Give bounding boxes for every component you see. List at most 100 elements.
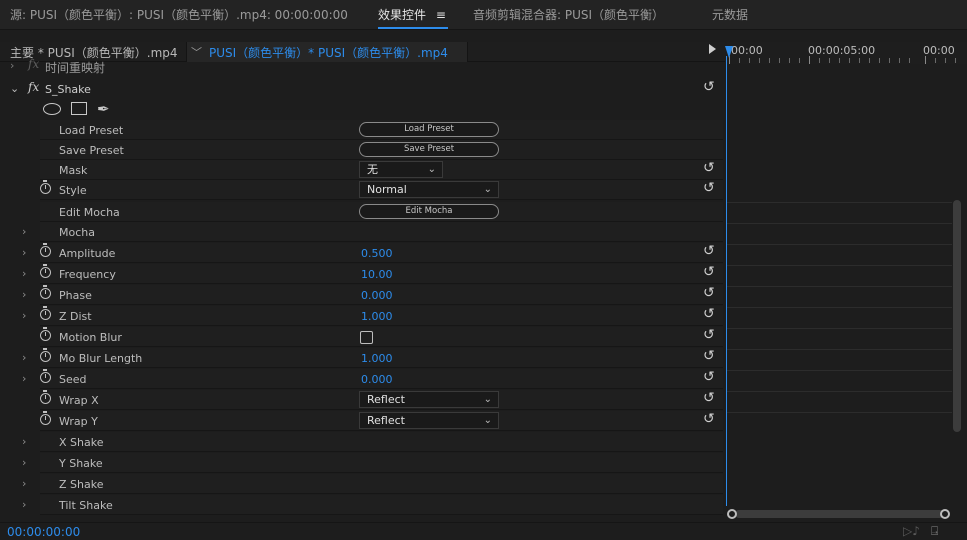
timeline-zoom-scrollbar[interactable] <box>727 508 952 520</box>
wrap-x-dropdown-value: Reflect <box>367 393 405 406</box>
wrap-x-dropdown[interactable]: Reflect ⌄ <box>359 391 499 408</box>
prop-label: Frequency <box>59 268 116 281</box>
prop-row-z-shake[interactable]: › Z Shake <box>0 474 725 495</box>
export-frame-icon[interactable]: ⍈ <box>931 524 938 539</box>
seed-value[interactable]: 0.000 <box>361 373 393 386</box>
prop-row-save-preset: Save Preset Save Preset <box>0 140 725 161</box>
chevron-right-icon[interactable]: › <box>22 267 26 280</box>
ellipse-mask-icon[interactable] <box>43 103 61 115</box>
reset-icon[interactable]: ↺ <box>703 327 715 343</box>
tab-effect-controls[interactable]: 效果控件 ≡ <box>378 6 446 23</box>
save-preset-button[interactable]: Save Preset <box>359 142 499 157</box>
style-dropdown[interactable]: Normal ⌄ <box>359 181 499 198</box>
reset-icon[interactable]: ↺ <box>703 411 715 427</box>
mask-dropdown-value: 无 <box>367 163 378 176</box>
timeline-ruler[interactable]: 00:00 00:00:05:00 00:00 <box>727 42 967 64</box>
panel-menu-icon[interactable]: ≡ <box>436 8 446 22</box>
rectangle-mask-icon[interactable] <box>71 102 87 115</box>
prop-row-mocha[interactable]: › Mocha <box>0 222 725 243</box>
prop-row-edit-mocha: Edit Mocha Edit Mocha <box>0 202 725 223</box>
stopwatch-icon[interactable] <box>40 327 51 341</box>
prop-row-z-dist: › Z Dist 1.000 ↺ <box>0 306 725 327</box>
stopwatch-icon[interactable] <box>40 243 51 257</box>
reset-icon[interactable]: ↺ <box>703 306 715 322</box>
load-preset-button[interactable]: Load Preset <box>359 122 499 137</box>
prop-row-style: Style Normal ⌄ ↺ <box>0 180 725 201</box>
effect-row-s-shake[interactable]: ⌄ fx S_Shake ↺ <box>0 79 725 99</box>
chevron-right-icon[interactable]: › <box>22 225 26 238</box>
keyframe-timeline-area[interactable] <box>727 64 952 506</box>
zoom-handle-right[interactable] <box>940 509 950 519</box>
tab-source[interactable]: 源: PUSI（颜色平衡）: PUSI（颜色平衡）.mp4: 00:00:00:… <box>10 6 348 23</box>
chevron-right-icon[interactable]: › <box>10 59 14 72</box>
reset-icon[interactable]: ↺ <box>703 79 715 95</box>
wrap-y-dropdown[interactable]: Reflect ⌄ <box>359 412 499 429</box>
reset-icon[interactable]: ↺ <box>703 348 715 364</box>
filter-audio-icon[interactable]: ▷♪ <box>903 524 920 538</box>
chevron-right-icon[interactable]: › <box>22 246 26 259</box>
chevron-down-icon[interactable]: ⌄ <box>10 82 19 95</box>
bottom-status-bar: 00:00:00:00 ▷♪ ⍈ <box>0 522 967 540</box>
prop-label: Motion Blur <box>59 331 122 344</box>
prop-row-phase: › Phase 0.000 ↺ <box>0 285 725 306</box>
zoom-handle-left[interactable] <box>727 509 737 519</box>
chevron-right-icon[interactable]: › <box>22 456 26 469</box>
amplitude-value[interactable]: 0.500 <box>361 247 393 260</box>
effect-properties-panel: › fx 时间重映射 ⌄ fx S_Shake ↺ ✒ Load Preset … <box>0 58 725 516</box>
stopwatch-icon[interactable] <box>40 285 51 299</box>
fx-icon[interactable]: fx <box>28 80 39 94</box>
chevron-right-icon[interactable]: › <box>22 435 26 448</box>
fx-icon[interactable]: fx <box>28 58 39 71</box>
prop-row-tilt-shake[interactable]: › Tilt Shake <box>0 495 725 516</box>
prop-row-x-shake[interactable]: › X Shake <box>0 432 725 453</box>
panel-tab-bar: 源: PUSI（颜色平衡）: PUSI（颜色平衡）.mp4: 00:00:00:… <box>0 0 967 30</box>
timeline-row-divider <box>727 286 952 287</box>
chevron-right-icon[interactable]: › <box>22 372 26 385</box>
active-tab-indicator <box>378 27 448 29</box>
pen-mask-icon[interactable]: ✒ <box>97 100 110 118</box>
stopwatch-icon[interactable] <box>40 306 51 320</box>
reset-icon[interactable]: ↺ <box>703 264 715 280</box>
tab-audio-clip-mixer[interactable]: 音频剪辑混合器: PUSI（颜色平衡） <box>473 6 664 23</box>
play-only-audio-icon[interactable] <box>709 44 716 54</box>
motion-blur-checkbox[interactable] <box>360 331 373 344</box>
reset-icon[interactable]: ↺ <box>703 369 715 385</box>
stopwatch-icon[interactable] <box>40 411 51 425</box>
edit-mocha-button[interactable]: Edit Mocha <box>359 204 499 219</box>
prop-label: Z Dist <box>59 310 92 323</box>
mask-tools: ✒ <box>0 99 725 121</box>
chevron-right-icon[interactable]: › <box>22 288 26 301</box>
current-timecode[interactable]: 00:00:00:00 <box>7 525 80 539</box>
reset-icon[interactable]: ↺ <box>703 243 715 259</box>
mo-blur-length-value[interactable]: 1.000 <box>361 352 393 365</box>
prop-label: Phase <box>59 289 92 302</box>
reset-icon[interactable]: ↺ <box>703 390 715 406</box>
effect-row-time-remap[interactable]: › fx 时间重映射 <box>0 58 725 76</box>
z-dist-value[interactable]: 1.000 <box>361 310 393 323</box>
reset-icon[interactable]: ↺ <box>703 160 715 176</box>
prop-label: Y Shake <box>59 457 103 470</box>
timeline-row-divider <box>727 307 952 308</box>
stopwatch-icon[interactable] <box>40 390 51 404</box>
chevron-right-icon[interactable]: › <box>22 351 26 364</box>
vertical-scrollbar[interactable] <box>953 200 961 432</box>
zoom-track[interactable] <box>735 510 944 518</box>
stopwatch-icon[interactable] <box>40 180 51 194</box>
prop-label: Load Preset <box>59 124 124 137</box>
chevron-right-icon[interactable]: › <box>22 498 26 511</box>
mask-dropdown[interactable]: 无 ⌄ <box>359 161 443 178</box>
frequency-value[interactable]: 10.00 <box>361 268 393 281</box>
chevron-right-icon[interactable]: › <box>22 309 26 322</box>
reset-icon[interactable]: ↺ <box>703 285 715 301</box>
stopwatch-icon[interactable] <box>40 369 51 383</box>
reset-icon[interactable]: ↺ <box>703 180 715 196</box>
stopwatch-icon[interactable] <box>40 264 51 278</box>
stopwatch-icon[interactable] <box>40 348 51 362</box>
phase-value[interactable]: 0.000 <box>361 289 393 302</box>
tab-metadata[interactable]: 元数据 <box>712 6 748 23</box>
timeline-row-divider <box>727 202 952 203</box>
prop-row-y-shake[interactable]: › Y Shake <box>0 453 725 474</box>
prop-label: Mo Blur Length <box>59 352 143 365</box>
prop-label: Mask <box>59 164 88 177</box>
chevron-right-icon[interactable]: › <box>22 477 26 490</box>
